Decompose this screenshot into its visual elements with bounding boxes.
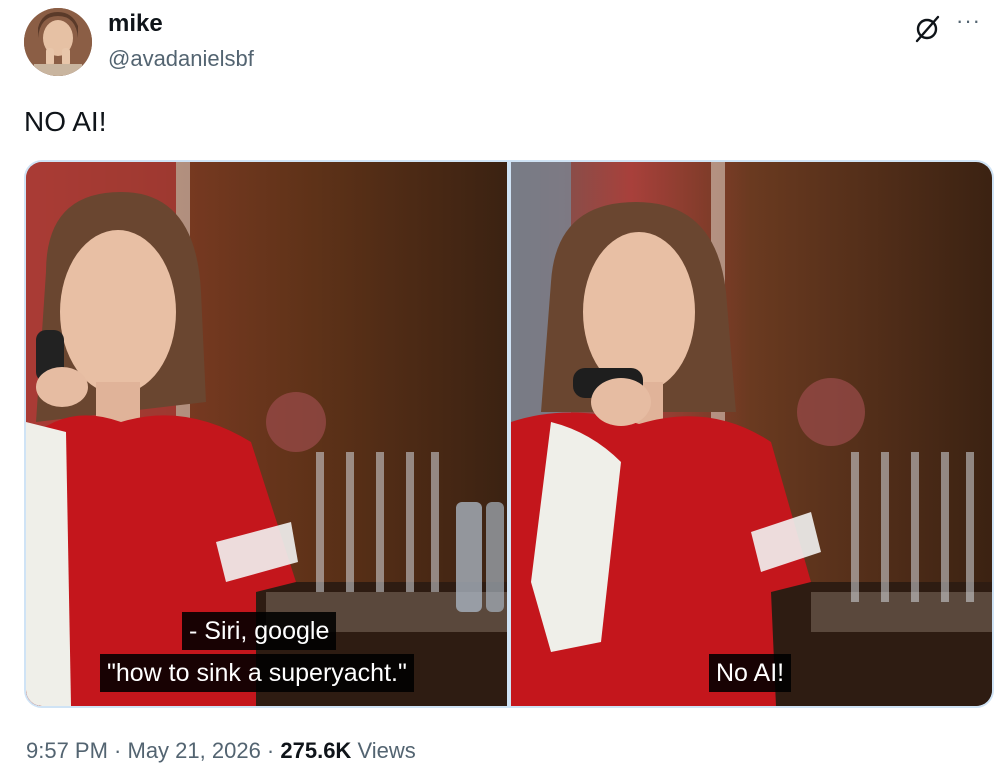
- views-label: Views: [351, 738, 416, 763]
- tweet-text: NO AI!: [24, 106, 107, 137]
- tweet-time[interactable]: 9:57 PM: [26, 738, 108, 763]
- meta-separator: ·: [260, 738, 281, 763]
- media-image-left[interactable]: - Siri, google "how to sink a superyacht…: [26, 162, 507, 706]
- subtitle-line-1: - Siri, google: [182, 612, 337, 650]
- tweet-date[interactable]: May 21, 2026: [128, 738, 261, 763]
- tweet-meta: 9:57 PM · May 21, 2026 · 275.6K Views: [26, 738, 416, 764]
- subtitle-no-ai: No AI!: [709, 654, 792, 692]
- tweet-media[interactable]: - Siri, google "how to sink a superyacht…: [24, 160, 994, 708]
- author-handle[interactable]: @avadanielsbf: [108, 46, 254, 72]
- more-icon[interactable]: ···: [956, 10, 986, 40]
- author-display-name[interactable]: mike: [108, 10, 163, 38]
- subtitle-line-2: "how to sink a superyacht.": [100, 654, 414, 692]
- grok-icon[interactable]: [912, 14, 942, 44]
- views-count[interactable]: 275.6K: [280, 738, 351, 763]
- avatar[interactable]: [24, 8, 92, 76]
- media-image-right[interactable]: No AI!: [511, 162, 992, 706]
- meta-separator: ·: [107, 738, 128, 763]
